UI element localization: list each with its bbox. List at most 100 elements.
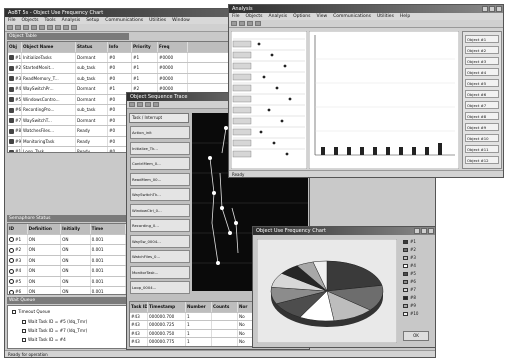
menu-file[interactable]: File <box>232 13 240 20</box>
scroll-right-icon[interactable] <box>153 102 159 107</box>
object-table-header: Obj Object Name Status Info Priority Fre… <box>8 42 246 53</box>
object-list-item[interactable]: Object #1 <box>465 35 499 43</box>
menu-utilities[interactable]: Utilities <box>149 17 166 24</box>
copy-icon[interactable] <box>47 25 53 30</box>
menu-setup[interactable]: Setup <box>86 17 99 24</box>
task-list-item[interactable]: Action_init <box>130 126 190 139</box>
scroll-left-icon[interactable] <box>145 102 151 107</box>
table-row[interactable]: #43 000000.775 1 No <box>130 338 258 346</box>
col-object-name[interactable]: Object Name <box>22 42 76 52</box>
col-task-id[interactable]: Task ID <box>130 302 148 312</box>
refresh-icon[interactable] <box>255 21 261 26</box>
tree-item[interactable]: Wait Task ID = #7 (ldq_Tmr) <box>22 328 87 333</box>
table-row[interactable]: #4 ON ON 0.001 <box>8 266 126 277</box>
menu-file[interactable]: File <box>8 17 16 24</box>
maximize-button[interactable] <box>489 6 495 12</box>
task-list-item[interactable]: Loop_0004... <box>130 281 190 294</box>
close-button[interactable] <box>428 228 434 234</box>
table-row[interactable]: #5 ON ON 0.001 <box>8 276 126 287</box>
table-row[interactable]: #1 ON ON 0.001 <box>8 234 126 245</box>
object-list-item[interactable]: Object #7 <box>465 101 499 109</box>
new-icon[interactable] <box>7 25 13 30</box>
save-icon[interactable] <box>23 25 29 30</box>
col-obj[interactable]: Obj <box>8 42 22 52</box>
table-row[interactable]: #6 ON ON 0.001 <box>8 287 126 294</box>
paste-icon[interactable] <box>55 25 61 30</box>
col-priority[interactable]: Priority <box>132 42 158 52</box>
task-list-item[interactable]: WindowCtrl_0... <box>130 203 190 217</box>
table-row[interactable]: #2 StartedMonit... sub_task #0 #1 #0000 <box>8 63 246 74</box>
table-row[interactable]: #1 InitializeTasks Dormant #0 #1 #0000 <box>8 52 246 63</box>
cell-text: #0000 <box>159 65 174 70</box>
open-icon[interactable] <box>231 21 237 26</box>
open-icon[interactable] <box>15 25 21 30</box>
object-list-item[interactable]: Object #10 <box>465 134 499 142</box>
legend-swatch <box>403 304 408 308</box>
task-list-item[interactable]: ReadMem_00... <box>130 172 190 186</box>
stop-icon[interactable] <box>71 25 77 30</box>
task-list-item[interactable]: MonitorTask... <box>130 265 190 279</box>
table-row[interactable]: #3 ReadMemory_T... sub_task #0 #1 #0000 <box>8 73 246 84</box>
col-info[interactable]: Info <box>108 42 132 52</box>
table-row[interactable]: #43 000000.725 1 No <box>130 321 258 330</box>
task-list-item[interactable]: WaySwitchTk... <box>130 188 190 201</box>
print-icon[interactable] <box>247 21 253 26</box>
print-icon[interactable] <box>31 25 37 30</box>
col-time[interactable]: Time <box>91 224 126 234</box>
legend-entry: #7 <box>403 287 416 293</box>
tree-item[interactable]: Wait Task ID = #5 (ldq_Tmr) <box>22 319 87 324</box>
object-list-item[interactable]: Object #2 <box>465 46 499 54</box>
table-row[interactable]: #3 ON ON 0.001 <box>8 255 126 266</box>
object-list-item[interactable]: Object #11 <box>465 145 499 153</box>
menu-objects[interactable]: Objects <box>246 13 263 20</box>
menu-help[interactable]: Help <box>400 13 410 20</box>
table-row[interactable]: #2 ON ON 0.001 <box>8 245 126 256</box>
zoom-out-icon[interactable] <box>137 102 143 107</box>
menu-analysis[interactable]: Analysis <box>62 17 81 24</box>
task-list-item[interactable]: WaySw_0004... <box>130 234 190 248</box>
task-list-item[interactable]: Initialize_Tk... <box>130 141 190 155</box>
menu-tools[interactable]: Tools <box>45 17 56 24</box>
timeline-label-box <box>232 150 252 158</box>
minimize-button[interactable] <box>482 6 488 12</box>
ok-button[interactable]: OK <box>403 331 429 341</box>
task-list-item[interactable]: ContrlMem_0... <box>130 157 190 170</box>
menu-utilities[interactable]: Utilities <box>377 13 394 20</box>
col-initially[interactable]: Initially <box>61 224 91 234</box>
object-list-item[interactable]: Object #3 <box>465 57 499 65</box>
object-list-item[interactable]: Object #4 <box>465 68 499 76</box>
col-id[interactable]: ID <box>8 224 28 234</box>
col-freq[interactable]: Freq <box>158 42 188 52</box>
object-list-item[interactable]: Object #5 <box>465 79 499 87</box>
run-icon[interactable] <box>63 25 69 30</box>
menu-objects[interactable]: Objects <box>22 17 39 24</box>
object-list-item[interactable]: Object #12 <box>465 156 499 164</box>
col-counts[interactable]: Counts <box>212 302 238 312</box>
table-row[interactable]: #43 000000.700 1 No <box>130 312 258 321</box>
menu-view[interactable]: View <box>316 13 327 20</box>
menu-analysis[interactable]: Analysis <box>269 13 288 20</box>
maximize-button[interactable] <box>421 228 427 234</box>
object-list-item[interactable]: Object #9 <box>465 123 499 131</box>
menu-communications[interactable]: Communications <box>333 13 371 20</box>
expand-icon[interactable] <box>12 310 16 314</box>
minimize-button[interactable] <box>414 228 420 234</box>
object-list-item[interactable]: Object #8 <box>465 112 499 120</box>
object-list-item[interactable]: Object #6 <box>465 90 499 98</box>
zoom-in-icon[interactable] <box>129 102 135 107</box>
table-row[interactable]: #43 000000.750 1 No <box>130 329 258 338</box>
menu-options[interactable]: Options <box>293 13 310 20</box>
col-number[interactable]: Number <box>186 302 212 312</box>
task-list-item[interactable]: Recording_0... <box>130 219 190 232</box>
tree-root[interactable]: Timeout Queue <box>12 309 50 314</box>
save-icon[interactable] <box>239 21 245 26</box>
menu-window[interactable]: Window <box>172 17 190 24</box>
col-definition[interactable]: Definition <box>28 224 62 234</box>
close-button[interactable] <box>496 6 502 12</box>
col-status[interactable]: Status <box>76 42 108 52</box>
menu-communications[interactable]: Communications <box>105 17 143 24</box>
tree-item[interactable]: Wait Task ID = #4 <box>22 337 66 342</box>
col-timestamp[interactable]: Timestamp <box>148 302 186 312</box>
cut-icon[interactable] <box>39 25 45 30</box>
task-list-item[interactable]: WatchFiles_0... <box>130 250 190 263</box>
